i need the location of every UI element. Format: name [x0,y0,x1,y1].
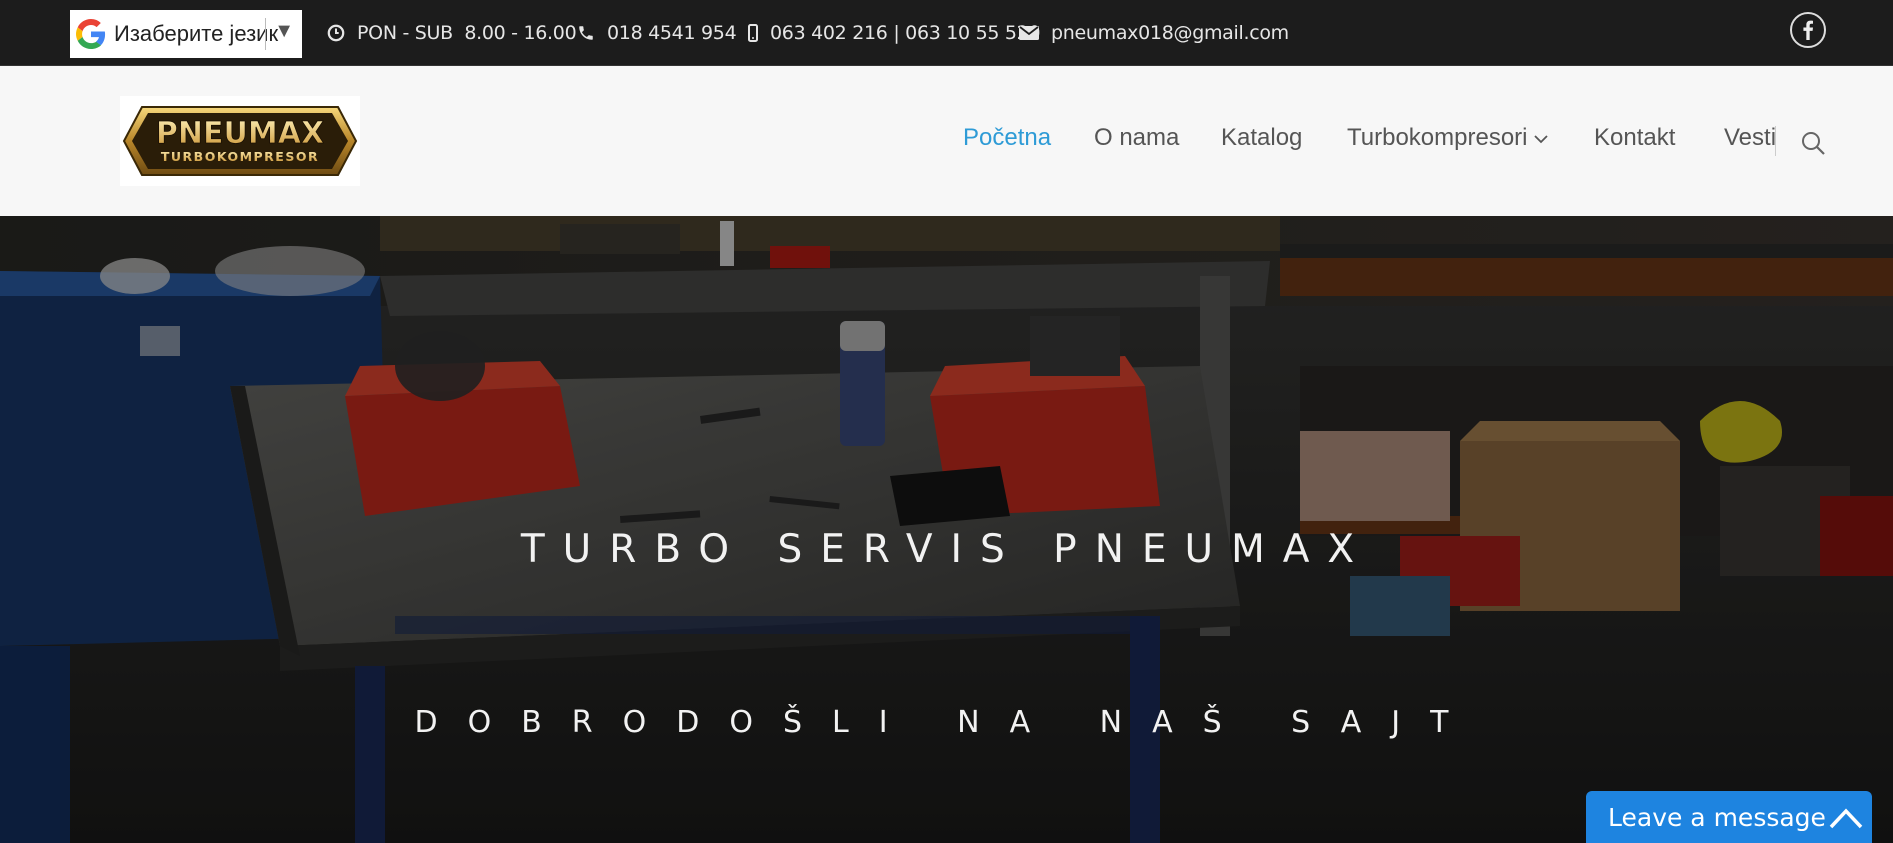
language-select[interactable]: Изаберите језик ▼ [70,10,302,58]
hours-text: PON - SUB 8.00 - 16.00 [357,21,577,44]
chevron-down-icon [1533,135,1548,143]
mobile-text: 063 402 216 | 063 10 55 520 [770,21,1041,44]
nav-contact[interactable]: Kontakt [1594,124,1675,152]
hero-banner: TURBO SERVIS PNEUMAX DOBRODOŠLI NA NAŠ S… [0,216,1893,843]
mobile-info[interactable]: 063 402 216 | 063 10 55 520 [748,0,1041,65]
nav-home[interactable]: Početna [963,124,1051,152]
top-bar: Изаберите језик ▼ PON - SUB 8.00 - 16.00… [0,0,1893,66]
email-text: pneumax018@gmail.com [1051,21,1289,44]
mobile-icon [748,23,758,42]
language-select-label: Изаберите језик [114,21,279,46]
nav-about[interactable]: O nama [1094,124,1179,152]
working-hours: PON - SUB 8.00 - 16.00 [327,0,577,65]
nav-turbochargers-label: Turbokompresori [1347,124,1528,151]
search-icon[interactable] [1800,130,1826,161]
chat-label: Leave a message [1608,802,1826,832]
divider [265,18,266,50]
nav-divider [1775,126,1776,156]
nav-turbochargers[interactable]: Turbokompresori [1347,124,1548,152]
google-icon [76,19,106,49]
envelope-icon [1019,25,1039,40]
leave-message-widget[interactable]: Leave a message [1586,791,1872,843]
phone-icon [579,25,593,40]
clock-icon [327,24,345,41]
phone-text: 018 4541 954 [607,21,737,44]
hero-title: TURBO SERVIS PNEUMAX [520,527,1373,572]
pneumax-logo: PNEUMAX TURBOKOMPRESOR [122,106,358,176]
site-logo[interactable]: PNEUMAX TURBOKOMPRESOR [120,96,360,186]
phone-info[interactable]: 018 4541 954 [577,0,737,65]
hero-subtitle: DOBRODOŠLI NA NAŠ SAJT [414,705,1479,740]
email-info[interactable]: pneumax018@gmail.com [1019,0,1289,65]
svg-text:PNEUMAX: PNEUMAX [156,116,324,151]
dropdown-arrow-icon: ▼ [274,20,294,42]
main-header: PNEUMAX TURBOKOMPRESOR Početna O nama Ka… [0,66,1893,216]
nav-catalog[interactable]: Katalog [1221,124,1302,152]
facebook-icon[interactable] [1790,12,1826,48]
chevron-up-icon [1829,808,1863,829]
nav-news[interactable]: Vesti [1724,124,1776,152]
svg-text:TURBOKOMPRESOR: TURBOKOMPRESOR [161,149,319,164]
